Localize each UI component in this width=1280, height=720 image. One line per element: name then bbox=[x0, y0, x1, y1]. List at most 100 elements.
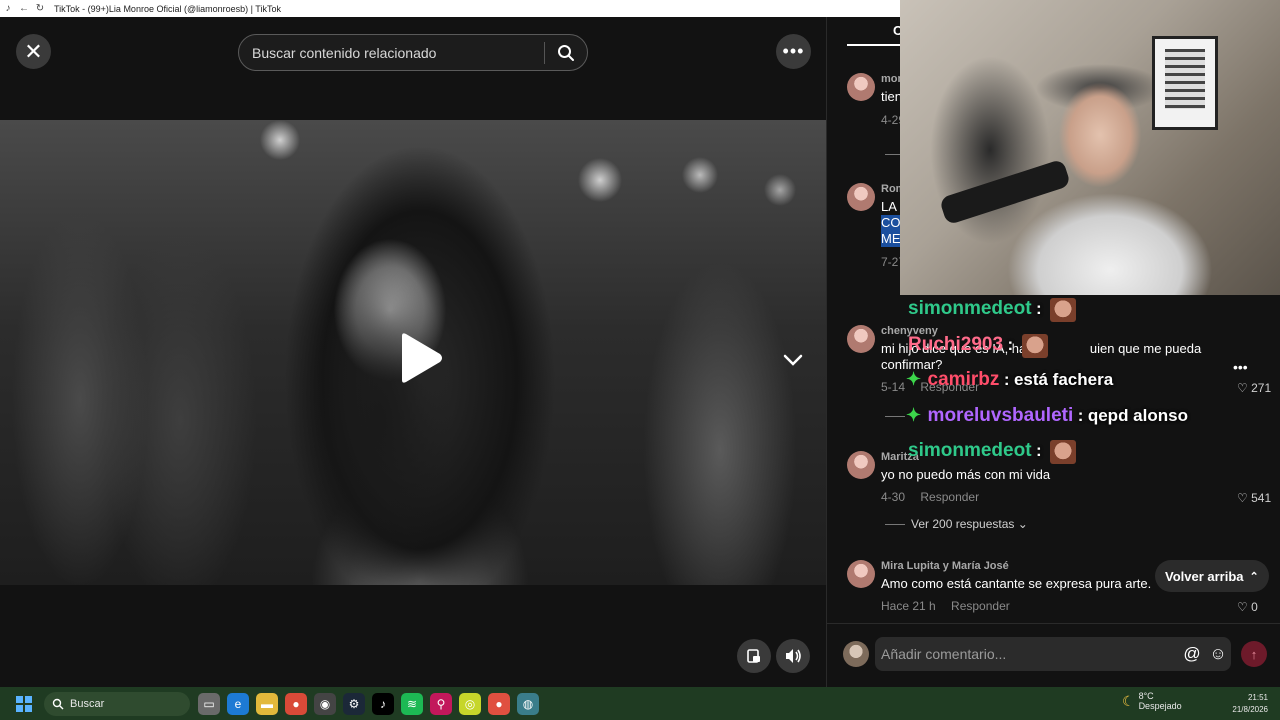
reply-button[interactable]: Responder bbox=[951, 599, 1010, 613]
chat-message: ✦ moreluvsbauleti : qepd alonso bbox=[906, 405, 1188, 427]
avatar[interactable] bbox=[847, 325, 875, 353]
comment-username[interactable]: Mira Lupita y María José bbox=[881, 560, 1009, 572]
tab-underline bbox=[847, 44, 907, 46]
comment-text: Amo como está cantante se expresa pura a… bbox=[881, 576, 1152, 591]
comment-meta: 4-30 Responder bbox=[881, 490, 991, 504]
comment-input-box: @ ☺ bbox=[875, 637, 1231, 671]
start-button[interactable] bbox=[10, 695, 38, 712]
like-count: 271 bbox=[1251, 381, 1272, 395]
maps-pin-icon[interactable]: ⚲ bbox=[430, 692, 452, 715]
comment-text: tien bbox=[881, 89, 902, 104]
comment-more-icon[interactable]: ••• bbox=[1233, 359, 1248, 375]
spotify-icon[interactable]: ≋ bbox=[401, 692, 423, 715]
comment-meta: Hace 21 h Responder bbox=[881, 599, 1022, 613]
pip-icon bbox=[747, 649, 760, 663]
search-button[interactable] bbox=[545, 34, 587, 71]
weather-temperature: 8°C bbox=[1138, 691, 1154, 701]
chat-username: Ruchi2903 bbox=[908, 334, 1004, 356]
taskbar-search-label: Buscar bbox=[70, 697, 105, 710]
chat-text: está fachera bbox=[1013, 370, 1114, 389]
back-to-top-label: Volver arriba bbox=[1165, 568, 1244, 584]
like-button[interactable]: ♡ 541 bbox=[1237, 491, 1271, 505]
double-chevron-up-icon: ⌃ bbox=[1249, 570, 1259, 583]
weather-widget[interactable]: ☾ 8°C Despejado bbox=[1122, 691, 1182, 711]
comment-text: yo no puedo más con mi vida bbox=[881, 467, 1051, 482]
play-icon[interactable] bbox=[388, 328, 448, 388]
taskbar-search[interactable]: Buscar bbox=[44, 691, 190, 716]
chat-separator: : bbox=[1077, 406, 1084, 425]
avatar[interactable] bbox=[847, 183, 875, 211]
back-arrow-icon[interactable]: ← bbox=[16, 3, 32, 14]
reload-icon[interactable]: ↻ bbox=[32, 3, 48, 14]
avatar[interactable] bbox=[847, 451, 875, 479]
emote-icon bbox=[1050, 298, 1077, 322]
related-search-input[interactable] bbox=[239, 44, 544, 61]
chat-separator: : bbox=[1035, 299, 1042, 319]
clock-time: 21:51 bbox=[1247, 693, 1268, 702]
close-button[interactable]: ✕ bbox=[16, 34, 51, 69]
file-explorer-icon[interactable]: ▬ bbox=[256, 692, 278, 715]
close-icon: ✕ bbox=[24, 38, 43, 64]
microphone bbox=[938, 158, 1072, 226]
view-replies-label: Ver 200 respuestas bbox=[911, 517, 1015, 531]
view-replies-button[interactable]: Ver 200 respuestas ⌄ bbox=[885, 517, 1028, 531]
chat-username: simonmedeot bbox=[908, 440, 1032, 462]
task-view-icon[interactable]: ▭ bbox=[198, 692, 220, 715]
chat-username: camirbz bbox=[927, 369, 1000, 390]
avatar[interactable] bbox=[847, 560, 875, 588]
video-player[interactable] bbox=[0, 120, 826, 585]
more-options-button[interactable]: ••• bbox=[776, 34, 811, 69]
emote-icon bbox=[1021, 334, 1048, 358]
avatar[interactable] bbox=[847, 73, 875, 101]
next-video-button[interactable] bbox=[778, 345, 808, 375]
comment-input[interactable] bbox=[875, 646, 1179, 662]
comment-date: Hace 21 h bbox=[881, 599, 936, 613]
like-count: 541 bbox=[1251, 491, 1272, 505]
chrome-icon[interactable]: ● bbox=[285, 692, 307, 715]
edge-icon[interactable]: e bbox=[227, 692, 249, 715]
search-icon bbox=[558, 44, 574, 61]
search-icon bbox=[52, 698, 64, 709]
sparkle-badge-icon: ✦ bbox=[906, 369, 922, 389]
wall-poster bbox=[1152, 36, 1218, 130]
comment-text: LA CO ME bbox=[881, 199, 901, 247]
system-clock[interactable]: 21:51 21/8/2026 bbox=[1222, 692, 1268, 716]
speaker-icon bbox=[786, 649, 801, 663]
chat-separator: : bbox=[1007, 335, 1014, 355]
taskbar-apps: ▭ e ▬ ● ◉ ⚙ ♪ ≋ ⚲ ◎ ● ◍ bbox=[198, 692, 546, 715]
steam-icon[interactable]: ⚙ bbox=[343, 692, 365, 715]
chat-message: simonmedeot : bbox=[908, 440, 1077, 464]
chevron-down-icon bbox=[783, 354, 803, 366]
streamer-webcam bbox=[900, 0, 1280, 295]
like-button[interactable]: ♡ 0 bbox=[1237, 600, 1258, 614]
like-button[interactable]: ♡ 271 bbox=[1237, 381, 1271, 395]
like-count: 0 bbox=[1251, 600, 1258, 614]
chrome-profile-icon[interactable]: ● bbox=[488, 692, 510, 715]
emoji-icon[interactable]: ☺ bbox=[1205, 644, 1231, 664]
mention-icon[interactable]: @ bbox=[1179, 644, 1205, 664]
ellipsis-icon: ••• bbox=[782, 41, 805, 61]
sparkle-badge-icon: ✦ bbox=[906, 405, 922, 425]
volume-button[interactable] bbox=[776, 639, 810, 673]
picture-in-picture-button[interactable] bbox=[737, 639, 771, 673]
back-to-top-button[interactable]: Volver arriba ⌃ bbox=[1155, 560, 1269, 592]
app-icon[interactable]: ◎ bbox=[459, 692, 481, 715]
avatar bbox=[843, 641, 869, 667]
comment-line: LA bbox=[881, 199, 897, 214]
send-button[interactable]: ↑ bbox=[1241, 641, 1267, 667]
globe-icon[interactable]: ◍ bbox=[517, 692, 539, 715]
comment-line-tail: uien que me pueda bbox=[1089, 341, 1202, 356]
heart-icon: ♡ bbox=[1237, 600, 1248, 614]
browser-tab-title: TikTok - (99+)Lia Monroe Oficial (@liamo… bbox=[54, 3, 281, 14]
weather-condition: Despejado bbox=[1138, 701, 1182, 711]
related-search-bar bbox=[238, 34, 588, 71]
tiktok-icon[interactable]: ♪ bbox=[372, 692, 394, 715]
reply-button[interactable]: Responder bbox=[920, 490, 979, 504]
video-area: ✕ ••• bbox=[0, 17, 826, 687]
emote-icon bbox=[1050, 440, 1077, 464]
chat-username: moreluvsbauleti bbox=[927, 405, 1074, 426]
chat-username: simonmedeot bbox=[908, 298, 1032, 320]
comment-line-selected: CO bbox=[881, 215, 901, 231]
chat-separator: : bbox=[1035, 441, 1042, 461]
obs-icon[interactable]: ◉ bbox=[314, 692, 336, 715]
